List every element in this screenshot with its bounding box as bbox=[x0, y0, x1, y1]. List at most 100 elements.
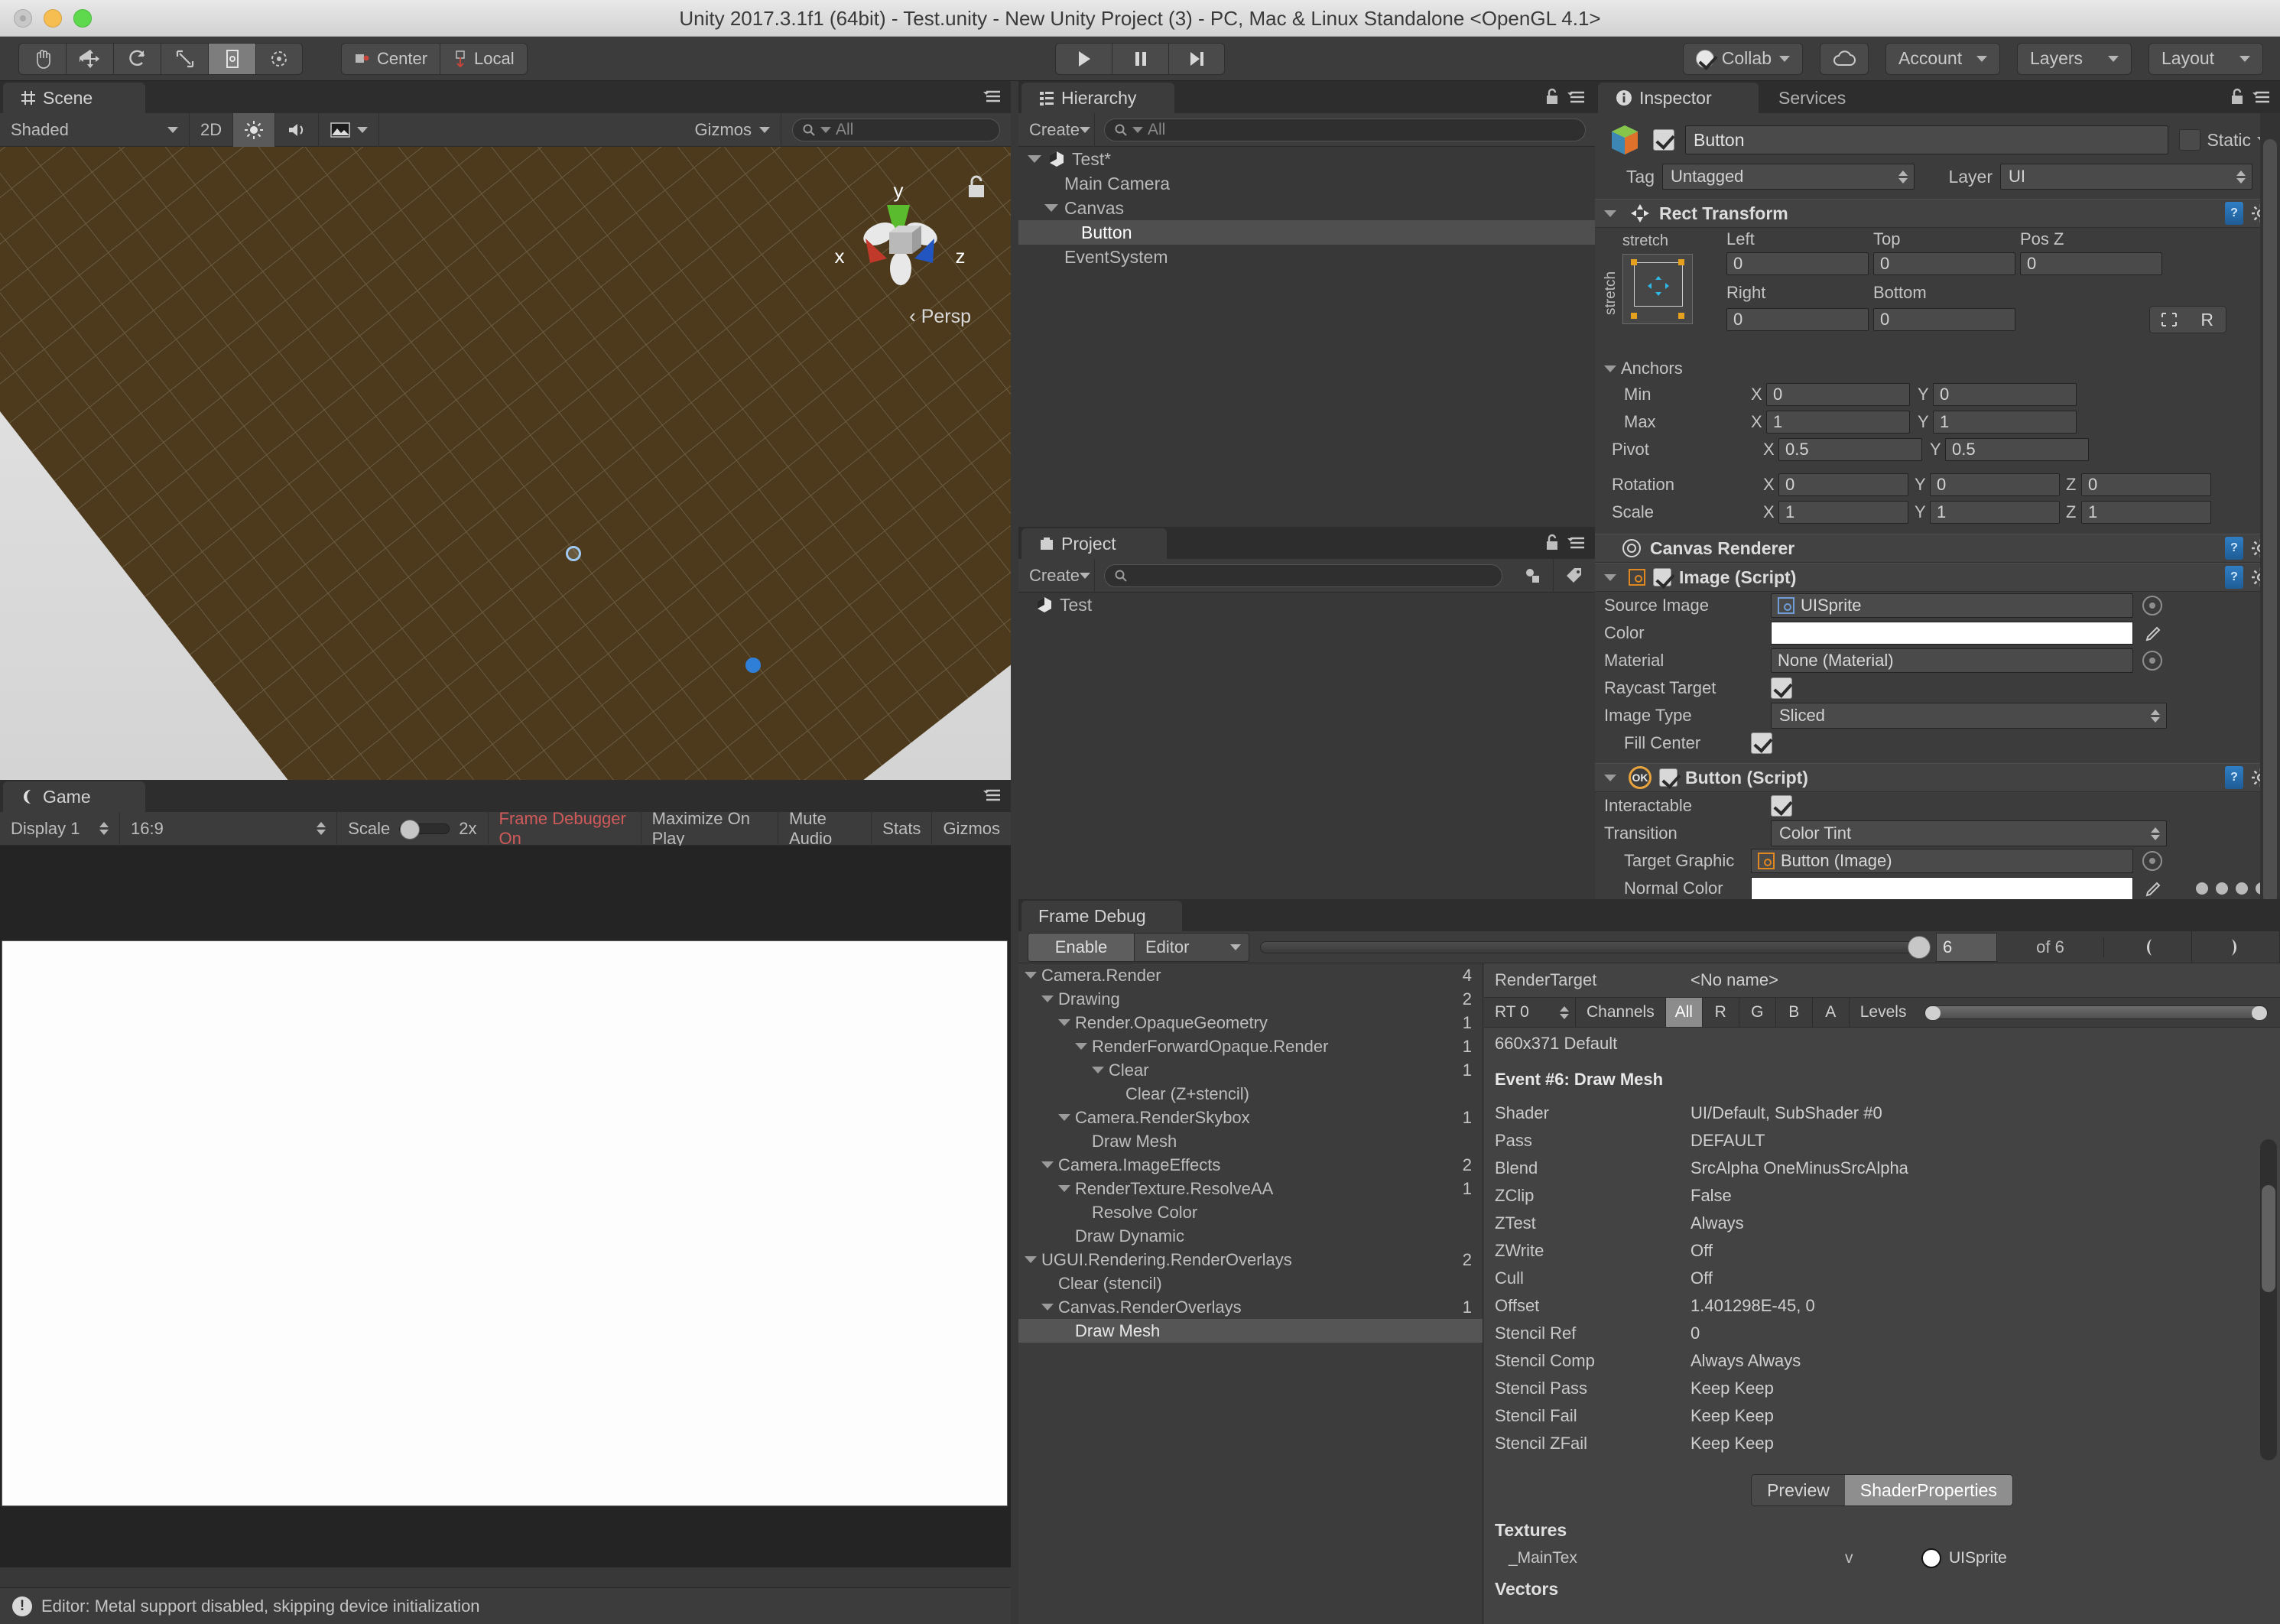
tab-inspector[interactable]: Inspector bbox=[1598, 83, 1759, 113]
transition-dropdown[interactable]: Color Tint bbox=[1771, 820, 2167, 846]
shading-mode-dropdown[interactable]: Shaded bbox=[0, 112, 190, 147]
foldout-arrow-icon[interactable] bbox=[1058, 1185, 1070, 1192]
left-field[interactable]: 0 bbox=[1726, 252, 1869, 275]
project-item-test[interactable]: Test bbox=[1018, 593, 1595, 617]
layers-button[interactable]: Layers bbox=[2017, 42, 2132, 75]
frame-debug-tree-item[interactable]: Draw Mesh bbox=[1018, 1319, 1483, 1343]
anchor-max-x-field[interactable]: 1 bbox=[1766, 411, 1910, 434]
top-field[interactable]: 0 bbox=[1873, 252, 2015, 275]
button-enabled-checkbox[interactable] bbox=[1659, 768, 1678, 787]
inspector-scrollbar[interactable] bbox=[2260, 113, 2280, 904]
hierarchy-tab-icons[interactable] bbox=[1544, 87, 1587, 106]
foldout-arrow-icon[interactable] bbox=[1028, 155, 1041, 163]
canvas-renderer-header[interactable]: Canvas Renderer ? bbox=[1595, 534, 2280, 563]
account-button[interactable]: Account bbox=[1885, 42, 2000, 75]
help-icon[interactable]: ? bbox=[2225, 202, 2243, 225]
foldout-arrow-icon[interactable] bbox=[1041, 1161, 1054, 1168]
frame-debug-enable-button[interactable]: Enable bbox=[1028, 932, 1135, 962]
normal-color-swatch[interactable] bbox=[1751, 877, 2133, 899]
transform-tools-group[interactable] bbox=[18, 42, 303, 75]
frame-debug-tree-item[interactable]: Render.OpaqueGeometry 1 bbox=[1018, 1011, 1483, 1034]
frame-debug-tree-item[interactable]: Drawing 2 bbox=[1018, 987, 1483, 1011]
mute-audio-toggle[interactable]: Mute Audio bbox=[778, 809, 872, 848]
scale-z-field[interactable]: 1 bbox=[2081, 501, 2211, 524]
eyedropper-icon[interactable] bbox=[2142, 624, 2165, 642]
project-filter-label-button[interactable] bbox=[1554, 559, 1595, 593]
scroll-thumb[interactable] bbox=[2262, 1185, 2275, 1292]
frame-debug-tree-item[interactable]: Draw Dynamic bbox=[1018, 1224, 1483, 1248]
foldout-arrow-icon[interactable] bbox=[1044, 204, 1058, 212]
anchor-min-x-field[interactable]: 0 bbox=[1766, 383, 1910, 406]
levels-min-knob[interactable] bbox=[1925, 1006, 1941, 1020]
layer-dropdown[interactable]: UI bbox=[2000, 164, 2252, 190]
raycast-target-checkbox[interactable] bbox=[1771, 677, 1792, 699]
hierarchy-item-canvas[interactable]: Canvas bbox=[1018, 196, 1595, 220]
frame-debug-slider-knob[interactable] bbox=[1908, 935, 1931, 959]
object-picker-icon[interactable] bbox=[2142, 651, 2162, 671]
frame-debug-event-slider[interactable] bbox=[1260, 935, 1931, 959]
toggle-2d-button[interactable]: 2D bbox=[190, 112, 234, 147]
tab-game[interactable]: Game bbox=[3, 781, 145, 812]
frame-debug-tree-item[interactable]: RenderTexture.ResolveAA 1 bbox=[1018, 1177, 1483, 1200]
play-button[interactable] bbox=[1055, 42, 1112, 75]
rotation-y-field[interactable]: 0 bbox=[1930, 473, 2060, 496]
anchor-max-y-field[interactable]: 1 bbox=[1933, 411, 2077, 434]
frame-debug-detail-scrollbar[interactable] bbox=[2260, 1139, 2277, 1460]
static-toggle-group[interactable]: Static bbox=[2179, 129, 2268, 151]
move-tool-button[interactable] bbox=[66, 42, 113, 75]
project-create-button[interactable]: Create bbox=[1018, 558, 1095, 593]
scene-viewport[interactable]: y x z ‹ Persp bbox=[0, 147, 1011, 780]
foldout-arrow-icon[interactable] bbox=[1604, 774, 1616, 781]
tag-dropdown[interactable]: Untagged bbox=[1662, 164, 1915, 190]
layout-button[interactable]: Layout bbox=[2148, 42, 2263, 75]
hand-tool-button[interactable] bbox=[18, 42, 66, 75]
pivot-x-field[interactable]: 0.5 bbox=[1778, 438, 1922, 461]
tab-hierarchy[interactable]: Hierarchy bbox=[1021, 83, 1174, 113]
frame-debug-tree-item[interactable]: Canvas.RenderOverlays 1 bbox=[1018, 1295, 1483, 1319]
channel-g-button[interactable]: G bbox=[1739, 998, 1776, 1027]
aspect-dropdown[interactable]: 16:9 bbox=[120, 811, 338, 846]
frame-debug-tree-item[interactable]: Camera.ImageEffects 2 bbox=[1018, 1153, 1483, 1177]
scene-orientation-gizmo[interactable]: y x z bbox=[810, 165, 986, 318]
scale-tool-button[interactable] bbox=[161, 42, 208, 75]
game-viewport[interactable] bbox=[0, 846, 1011, 1567]
tab-scene[interactable]: Scene bbox=[3, 83, 145, 113]
frame-debug-next-button[interactable] bbox=[2192, 931, 2280, 963]
anchors-foldout[interactable]: Anchors bbox=[1595, 356, 2280, 381]
scene-lighting-toggle[interactable] bbox=[233, 112, 276, 147]
scale-y-field[interactable]: 1 bbox=[1930, 501, 2060, 524]
rotation-x-field[interactable]: 0 bbox=[1778, 473, 1908, 496]
hierarchy-search-input[interactable]: All bbox=[1104, 118, 1586, 141]
gameobject-name-field[interactable]: Button bbox=[1685, 125, 2169, 154]
frame-debug-tree-item[interactable]: Clear (stencil) bbox=[1018, 1272, 1483, 1295]
project-tab-icons[interactable] bbox=[1544, 533, 1587, 551]
frame-debug-tree[interactable]: Camera.Render 4 Drawing 2 Render.OpaqueGeome… bbox=[1018, 963, 1483, 1624]
foldout-arrow-icon[interactable] bbox=[1041, 1304, 1054, 1311]
target-graphic-field[interactable]: Button (Image) bbox=[1751, 849, 2133, 873]
anchor-min-y-field[interactable]: 0 bbox=[1933, 383, 2077, 406]
hierarchy-item-button[interactable]: Button bbox=[1018, 220, 1595, 245]
hierarchy-tree[interactable]: Test* Main Camera Canvas Button EventSystem bbox=[1018, 147, 1595, 527]
game-tab-icons[interactable] bbox=[983, 786, 1003, 803]
shader-properties-tab[interactable]: ShaderProperties bbox=[1844, 1475, 2012, 1505]
scene-tab-icons[interactable] bbox=[983, 87, 1003, 104]
rotation-z-field[interactable]: 0 bbox=[2081, 473, 2211, 496]
scene-search-input[interactable]: All bbox=[792, 118, 1000, 141]
tab-project[interactable]: Project bbox=[1021, 528, 1167, 559]
playback-controls[interactable] bbox=[1055, 42, 1225, 75]
preview-tab[interactable]: Preview bbox=[1752, 1475, 1845, 1505]
foldout-arrow-icon[interactable] bbox=[1092, 1067, 1104, 1073]
frame-debug-tree-item[interactable]: Draw Mesh bbox=[1018, 1129, 1483, 1153]
foldout-arrow-icon[interactable] bbox=[1058, 1019, 1070, 1026]
preview-shaderprops-tabs[interactable]: Preview ShaderProperties bbox=[1484, 1474, 2280, 1506]
foldout-arrow-icon[interactable] bbox=[1075, 1043, 1087, 1050]
rect-handle-b[interactable] bbox=[745, 658, 761, 673]
game-gizmos-dropdown[interactable]: Gizmos bbox=[932, 812, 1011, 846]
gameobject-enabled-checkbox[interactable] bbox=[1653, 129, 1674, 151]
foldout-arrow-icon[interactable] bbox=[1058, 1114, 1070, 1121]
foldout-arrow-icon[interactable] bbox=[1025, 1256, 1037, 1263]
tab-services[interactable]: Services bbox=[1762, 83, 1884, 113]
fill-center-checkbox[interactable] bbox=[1751, 732, 1772, 754]
frame-debug-tree-item[interactable]: Camera.RenderSkybox 1 bbox=[1018, 1106, 1483, 1129]
scale-slider-group[interactable]: Scale 2x bbox=[337, 811, 489, 846]
